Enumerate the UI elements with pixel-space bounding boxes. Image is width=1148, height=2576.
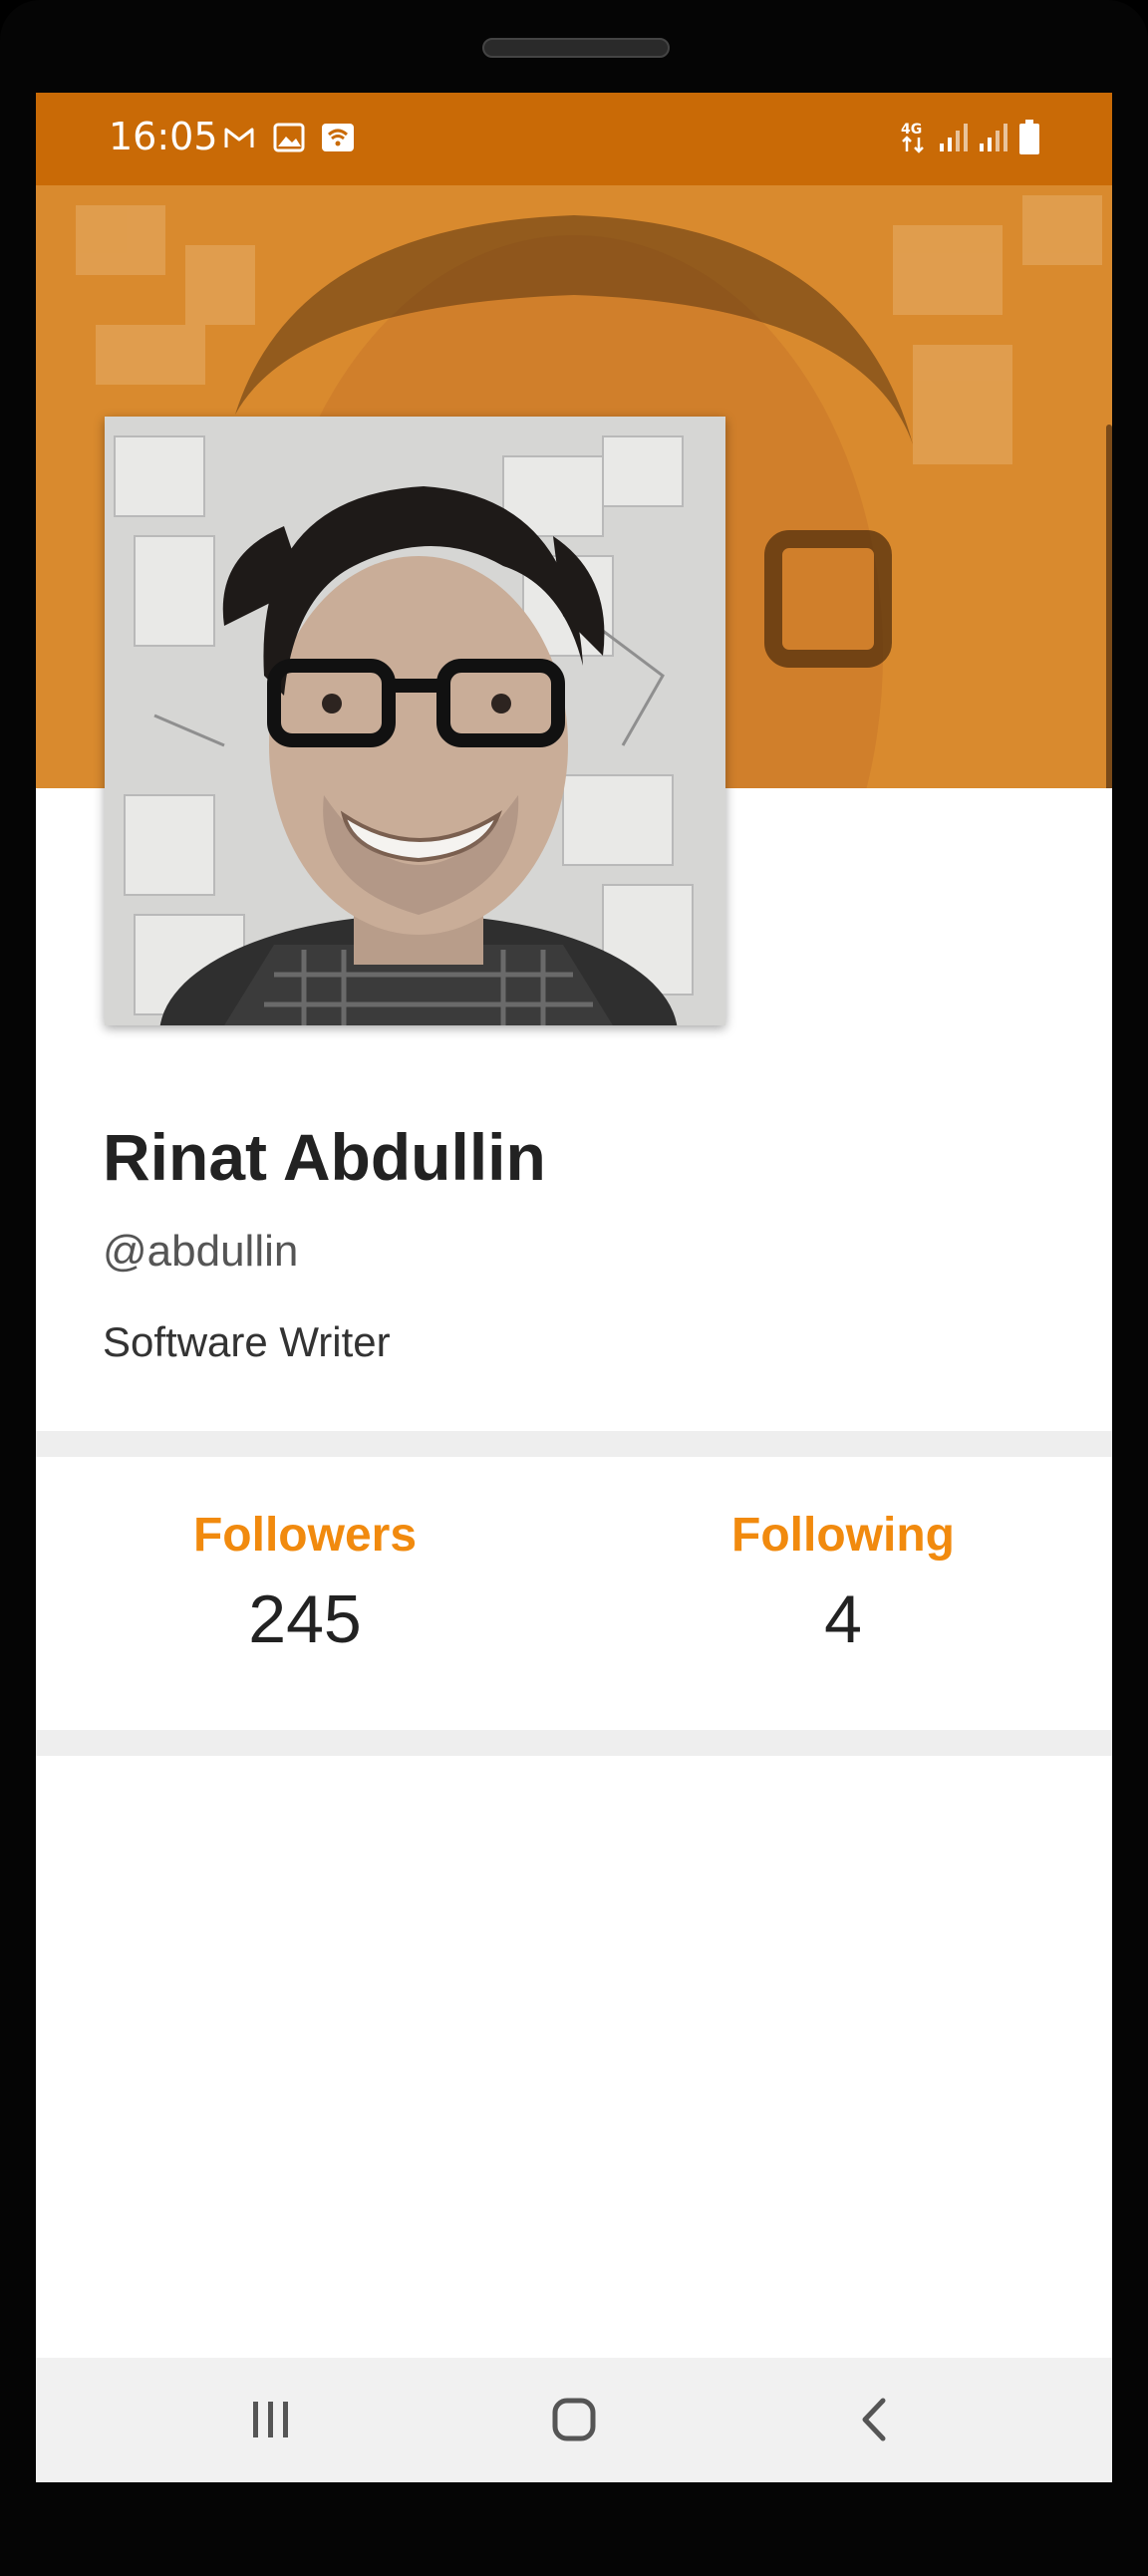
svg-text:4G: 4G — [901, 122, 922, 138]
status-bar: 16:05 4G — [36, 93, 1112, 185]
recent-apps-icon[interactable] — [231, 2388, 311, 2451]
stat-value: 245 — [248, 1581, 362, 1657]
navigation-bar — [36, 2358, 1112, 2482]
stat-label: Followers — [192, 1509, 418, 1562]
signal-icon — [937, 121, 971, 154]
screen: 16:05 4G Rinat Abdullin @abdullin Softwa… — [36, 93, 1112, 2482]
profile-handle: @abdullin — [103, 1227, 299, 1276]
stat-following[interactable]: Following 4 — [644, 1508, 1042, 1658]
wifi-call-icon — [319, 121, 357, 154]
phone-frame: 16:05 4G Rinat Abdullin @abdullin Softwa… — [0, 0, 1148, 2576]
signal-icon-2 — [977, 121, 1010, 154]
battery-icon — [1017, 120, 1041, 154]
stat-followers[interactable]: Followers 245 — [106, 1508, 504, 1658]
section-divider — [36, 1431, 1112, 1457]
stat-label: Following — [731, 1509, 955, 1562]
profile-bio: Software Writer — [103, 1318, 391, 1365]
profile-name: Rinat Abdullin — [103, 1120, 546, 1194]
status-time: 16:05 — [109, 115, 218, 158]
phone-bottom-bezel — [0, 2482, 1148, 2576]
scroll-indicator — [1106, 425, 1112, 788]
stat-value: 4 — [824, 1581, 862, 1657]
section-divider — [36, 1730, 1112, 1756]
4g-icon: 4G — [899, 121, 929, 154]
back-icon[interactable] — [835, 2388, 915, 2451]
image-icon — [271, 121, 307, 154]
gmail-icon — [221, 121, 257, 154]
speaker-grille — [482, 38, 670, 58]
profile-avatar — [105, 417, 725, 1025]
home-icon[interactable] — [534, 2388, 614, 2451]
